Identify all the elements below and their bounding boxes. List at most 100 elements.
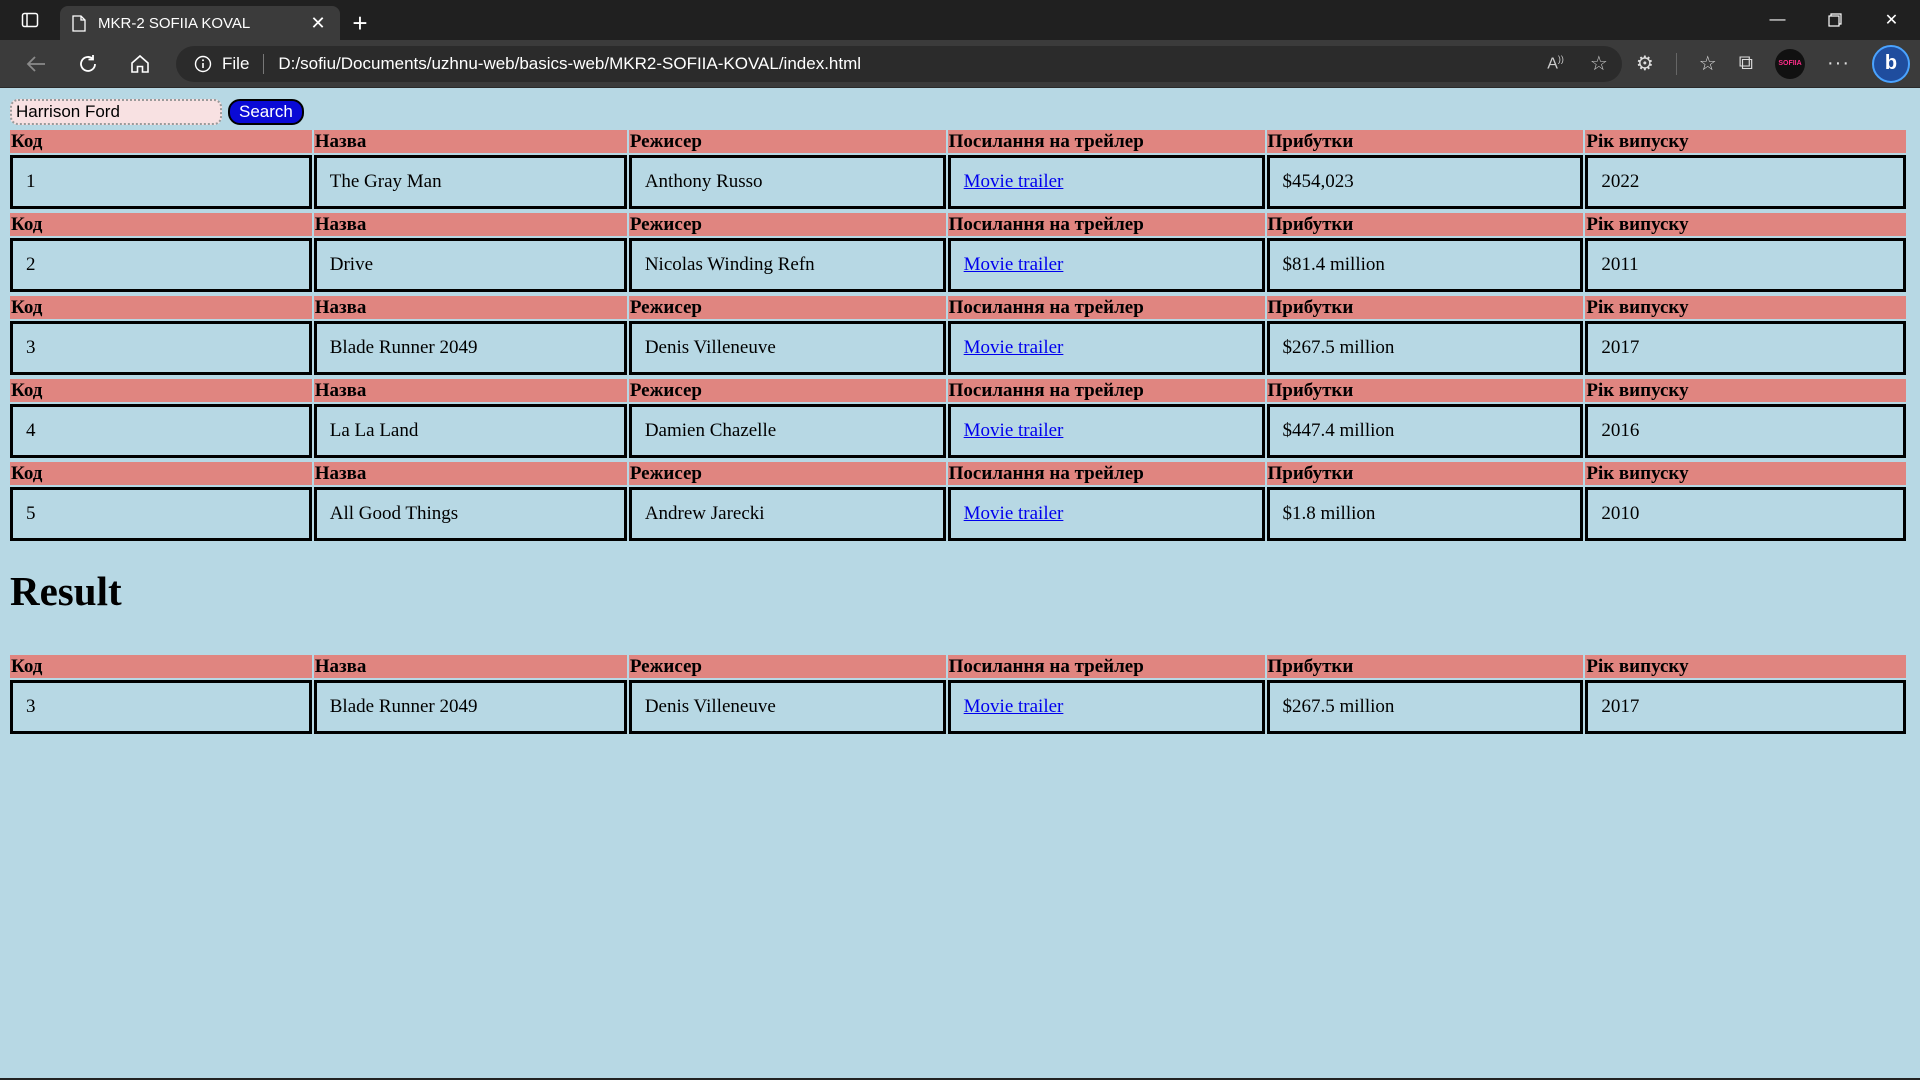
cell-director: Damien Chazelle	[628, 404, 946, 458]
cell-profit: $267.5 million	[1266, 680, 1584, 734]
cell-year: 2017	[1585, 321, 1906, 375]
browser-titlebar: MKR-2 SOFIIA KOVAL ✕ + — ✕	[0, 0, 1920, 40]
column-header: Код	[10, 462, 312, 485]
column-header: Режисер	[628, 213, 946, 236]
cell-year: 2011	[1585, 238, 1906, 292]
column-header: Рік випуску	[1585, 130, 1906, 153]
result-heading: Result	[10, 568, 122, 614]
refresh-button[interactable]	[66, 46, 110, 82]
page-content: Search КодНазваРежисерПосилання на трейл…	[0, 88, 1920, 736]
refresh-icon	[80, 54, 96, 72]
search-row: Search	[10, 98, 1910, 126]
restore-icon[interactable]	[1806, 0, 1863, 40]
cell-director: Denis Villeneuve	[628, 321, 946, 375]
table-row: 4 La La Land Damien Chazelle Movie trailer $…	[10, 404, 1906, 458]
trailer-link[interactable]: Movie trailer	[964, 254, 1064, 275]
column-header: Рік випуску	[1585, 379, 1906, 402]
favorites-icon[interactable]: ☆	[1699, 51, 1717, 76]
movie-table: Код Назва Режисер Посилання на трейлер Прибу…	[8, 294, 1908, 377]
column-header: Посилання на трейлер	[947, 655, 1265, 678]
header-row: Код Назва Режисер Посилання на трейлер Прибу…	[10, 462, 1906, 485]
minimize-icon[interactable]: —	[1749, 0, 1806, 40]
search-input[interactable]	[10, 99, 222, 125]
close-window-icon[interactable]: ✕	[1863, 0, 1920, 40]
cell-profit: $447.4 million	[1266, 404, 1584, 458]
info-icon	[194, 55, 212, 72]
header-row: Код Назва Режисер Посилання на трейлер Прибу…	[10, 296, 1906, 319]
cell-trailer: Movie trailer	[947, 404, 1265, 458]
home-button[interactable]	[118, 46, 162, 82]
movie-table: Код Назва Режисер Посилання на трейлер Прибу…	[8, 128, 1908, 211]
trailer-link[interactable]: Movie trailer	[964, 503, 1064, 524]
cell-trailer: Movie trailer	[947, 155, 1265, 209]
column-header: Код	[10, 296, 312, 319]
column-header: Прибутки	[1266, 379, 1584, 402]
cell-code: 3	[10, 680, 312, 734]
tab-title: MKR-2 SOFIIA KOVAL	[98, 14, 251, 32]
copilot-icon[interactable]: b	[1872, 44, 1910, 83]
movies-table-group: Код Назва Режисер Посилання на трейлер Прибу…	[8, 128, 1912, 543]
cell-director: Anthony Russo	[628, 155, 946, 209]
movie-table: Код Назва Режисер Посилання на трейлер Прибу…	[8, 377, 1908, 460]
extensions-icon[interactable]: ⚙	[1636, 51, 1654, 76]
more-options-icon[interactable]: ···	[1827, 52, 1850, 75]
column-header: Рік випуску	[1585, 213, 1906, 236]
trailer-link[interactable]: Movie trailer	[964, 420, 1064, 441]
cell-trailer: Movie trailer	[947, 487, 1265, 541]
column-header: Код	[10, 130, 312, 153]
column-header: Код	[10, 379, 312, 402]
url-text: D:/sofiu/Documents/uzhnu-web/basics-web/…	[278, 53, 862, 73]
column-header: Режисер	[628, 130, 946, 153]
new-tab-button[interactable]: +	[340, 6, 380, 40]
cell-code: 1	[10, 155, 312, 209]
site-info-button[interactable]: File	[194, 54, 249, 74]
column-header: Режисер	[628, 379, 946, 402]
address-bar[interactable]: File D:/sofiu/Documents/uzhnu-web/basics…	[176, 45, 1622, 82]
cell-title: All Good Things	[313, 487, 627, 541]
column-header: Посилання на трейлер	[947, 296, 1265, 319]
cell-code: 2	[10, 238, 312, 292]
read-aloud-icon[interactable]: A))	[1547, 54, 1564, 73]
column-header: Назва	[313, 213, 627, 236]
table-row: 2 Drive Nicolas Winding Refn Movie trailer $…	[10, 238, 1906, 292]
tab-actions-button[interactable]	[0, 0, 60, 40]
cell-profit: $454,023	[1266, 155, 1584, 209]
trailer-link[interactable]: Movie trailer	[964, 696, 1064, 717]
collections-icon[interactable]: ⧉	[1739, 52, 1753, 75]
movie-table: Код Назва Режисер Посилання на трейлер Прибу…	[8, 460, 1908, 543]
home-icon	[131, 54, 149, 73]
column-header: Прибутки	[1266, 130, 1584, 153]
header-row: Код Назва Режисер Посилання на трейлер Прибу…	[10, 213, 1906, 236]
column-header: Режисер	[628, 655, 946, 678]
trailer-link[interactable]: Movie trailer	[964, 337, 1064, 358]
browser-tab[interactable]: MKR-2 SOFIIA KOVAL ✕	[60, 6, 340, 40]
table-row: 5 All Good Things Andrew Jarecki Movie trai…	[10, 487, 1906, 541]
cell-title: Blade Runner 2049	[313, 680, 627, 734]
cell-profit: $81.4 million	[1266, 238, 1584, 292]
results-table-group: Код Назва Режисер Посилання на трейлер Прибу…	[8, 653, 1912, 736]
column-header: Прибутки	[1266, 462, 1584, 485]
back-button[interactable]	[14, 46, 58, 82]
back-arrow-icon	[26, 55, 45, 72]
column-header: Код	[10, 213, 312, 236]
search-button[interactable]: Search	[228, 99, 304, 125]
column-header: Посилання на трейлер	[947, 379, 1265, 402]
add-favorite-icon[interactable]: ☆	[1590, 51, 1608, 76]
window-controls: — ✕	[1749, 0, 1920, 40]
address-divider	[263, 53, 265, 74]
profile-avatar[interactable]: SOFIIA	[1775, 48, 1806, 79]
column-header: Рік випуску	[1585, 296, 1906, 319]
column-header: Рік випуску	[1585, 655, 1906, 678]
close-icon[interactable]: ✕	[306, 11, 330, 35]
toolbar-divider	[1675, 52, 1677, 75]
header-row: Код Назва Режисер Посилання на трейлер Прибу…	[10, 379, 1906, 402]
trailer-link[interactable]: Movie trailer	[964, 171, 1064, 192]
cell-director: Andrew Jarecki	[628, 487, 946, 541]
column-header: Прибутки	[1266, 296, 1584, 319]
result-table: Код Назва Режисер Посилання на трейлер Прибу…	[8, 653, 1908, 736]
cell-year: 2022	[1585, 155, 1906, 209]
column-header: Код	[10, 655, 312, 678]
movie-table: Код Назва Режисер Посилання на трейлер Прибу…	[8, 211, 1908, 294]
header-row: Код Назва Режисер Посилання на трейлер Прибу…	[10, 130, 1906, 153]
table-row: 3 Blade Runner 2049 Denis Villeneuve Movie …	[10, 680, 1906, 734]
